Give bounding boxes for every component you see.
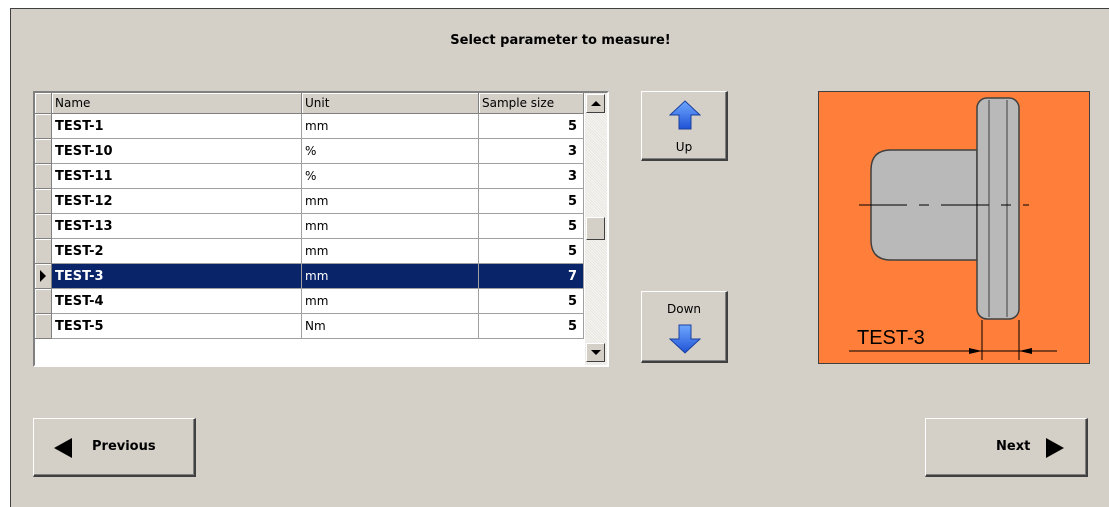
- part-drawing: TEST-3: [849, 97, 1057, 360]
- vertical-scrollbar[interactable]: [585, 93, 607, 365]
- next-label: Next: [996, 439, 1031, 454]
- cell-name: TEST-13: [52, 214, 302, 239]
- cell-unit: mm: [302, 289, 479, 314]
- cell-name: TEST-12: [52, 189, 302, 214]
- cell-sample-size: 5: [479, 189, 584, 214]
- cell-unit: mm: [302, 189, 479, 214]
- cell-unit: Nm: [302, 314, 479, 339]
- table-row[interactable]: TEST-4 mm 5: [35, 289, 584, 314]
- row-indicator: [35, 314, 52, 339]
- cell-name: TEST-5: [52, 314, 302, 339]
- cell-name: TEST-3: [52, 264, 302, 289]
- row-indicator: [35, 239, 52, 264]
- cell-sample-size: 3: [479, 139, 584, 164]
- preview-label: TEST-3: [857, 327, 925, 349]
- table-row[interactable]: TEST-1 mm 5: [35, 114, 584, 139]
- cell-sample-size: 5: [479, 239, 584, 264]
- table-row[interactable]: TEST-10 % 3: [35, 139, 584, 164]
- parameter-preview-image: TEST-3: [818, 91, 1090, 364]
- move-up-label: Up: [675, 140, 693, 154]
- cell-sample-size: 5: [479, 114, 584, 139]
- cell-name: TEST-11: [52, 164, 302, 189]
- arrow-up-icon: [669, 100, 701, 130]
- arrow-down-icon: [669, 324, 701, 354]
- dialog-window: Select parameter to measure! Name Unit S…: [10, 8, 1109, 507]
- cell-unit: %: [302, 164, 479, 189]
- row-indicator: [35, 139, 52, 164]
- cell-unit: mm: [302, 214, 479, 239]
- column-header-name[interactable]: Name: [52, 93, 302, 114]
- cell-name: TEST-10: [52, 139, 302, 164]
- move-down-label: Down: [666, 302, 701, 316]
- cell-unit: mm: [302, 239, 479, 264]
- current-row-arrow-icon: [40, 270, 46, 282]
- row-indicator: [35, 189, 52, 214]
- row-indicator: [35, 289, 52, 314]
- cell-unit: mm: [302, 264, 479, 289]
- column-header-unit[interactable]: Unit: [302, 93, 479, 114]
- table-row[interactable]: TEST-5 Nm 5: [35, 314, 584, 339]
- row-indicator: [35, 164, 52, 189]
- cell-unit: mm: [302, 114, 479, 139]
- parameter-grid[interactable]: Name Unit Sample size TEST-1 mm 5 TEST-1…: [33, 91, 609, 367]
- grid-header: Name Unit Sample size: [35, 93, 584, 114]
- cell-name: TEST-1: [52, 114, 302, 139]
- cell-sample-size: 3: [479, 164, 584, 189]
- column-header-sample-size[interactable]: Sample size: [479, 93, 584, 114]
- row-indicator: [35, 214, 52, 239]
- table-row-selected[interactable]: TEST-3 mm 7: [35, 264, 584, 289]
- triangle-left-icon: [54, 438, 72, 458]
- move-down-button[interactable]: Down: [641, 291, 728, 363]
- scroll-down-button[interactable]: [586, 343, 605, 362]
- table-row[interactable]: TEST-11 % 3: [35, 164, 584, 189]
- header-indicator: [35, 93, 52, 114]
- scroll-up-button[interactable]: [586, 94, 605, 113]
- cell-name: TEST-2: [52, 239, 302, 264]
- next-button[interactable]: Next: [925, 418, 1088, 477]
- cell-sample-size: 5: [479, 314, 584, 339]
- caret-down-icon: [590, 350, 601, 355]
- table-row[interactable]: TEST-13 mm 5: [35, 214, 584, 239]
- row-indicator: [35, 264, 52, 289]
- cell-sample-size: 5: [479, 214, 584, 239]
- cell-sample-size: 5: [479, 289, 584, 314]
- previous-button[interactable]: Previous: [33, 418, 196, 477]
- scrollbar-thumb[interactable]: [586, 217, 605, 240]
- previous-label: Previous: [92, 439, 156, 454]
- page-title: Select parameter to measure!: [450, 33, 671, 48]
- triangle-right-icon: [1046, 438, 1064, 458]
- table-row[interactable]: TEST-12 mm 5: [35, 189, 584, 214]
- cell-unit: %: [302, 139, 479, 164]
- row-indicator: [35, 114, 52, 139]
- cell-name: TEST-4: [52, 289, 302, 314]
- move-up-button[interactable]: Up: [641, 91, 728, 161]
- table-row[interactable]: TEST-2 mm 5: [35, 239, 584, 264]
- caret-up-icon: [590, 101, 601, 106]
- cell-sample-size: 7: [479, 264, 584, 289]
